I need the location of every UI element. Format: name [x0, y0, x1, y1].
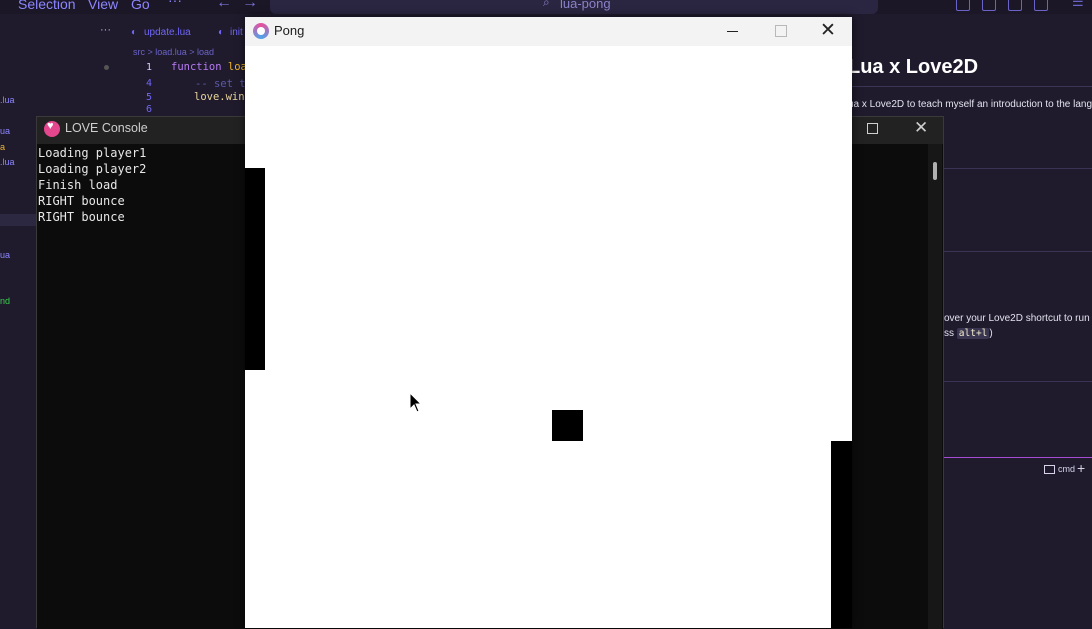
- menu-view[interactable]: View: [88, 0, 118, 12]
- readme-tip: ss alt+l): [944, 328, 993, 339]
- readme-divider: [843, 86, 1092, 87]
- right-paddle: [831, 441, 852, 628]
- pong-titlebar[interactable]: Pong ✕: [245, 17, 852, 46]
- console-line: RIGHT bounce: [38, 194, 125, 208]
- hamburger-menu-icon[interactable]: ☰: [1072, 0, 1084, 9]
- code-keyword: function: [171, 61, 222, 73]
- tab-init-lua[interactable]: init: [230, 27, 243, 38]
- menu-more[interactable]: ···: [168, 0, 182, 8]
- lua-file-icon: ◐: [218, 27, 225, 38]
- back-arrow-icon[interactable]: ←: [216, 0, 232, 12]
- readme-tip: over your Love2D shortcut to run: [944, 313, 1090, 324]
- breadcrumb[interactable]: src > load.lua > load: [133, 47, 214, 57]
- forward-arrow-icon[interactable]: →: [242, 0, 258, 12]
- sidebar-selected-row: [0, 214, 36, 226]
- new-terminal-button[interactable]: +: [1077, 460, 1085, 476]
- console-title: LOVE Console: [65, 121, 148, 135]
- tabs-more-button[interactable]: ···: [100, 24, 111, 36]
- terminal-tab-label: cmd: [1058, 464, 1076, 474]
- terminal-panel-border: [944, 457, 1092, 458]
- sidebar-file[interactable]: ua: [0, 126, 10, 136]
- code-line[interactable]: function load: [171, 61, 253, 73]
- toggle-secondary-sidebar-icon[interactable]: [1034, 0, 1048, 11]
- sidebar-file[interactable]: a: [0, 142, 5, 152]
- maximize-icon[interactable]: [867, 123, 878, 134]
- lua-file-icon: ◐: [131, 27, 138, 38]
- love-app-icon: [253, 23, 269, 39]
- console-scrollbar[interactable]: [928, 144, 942, 629]
- toggle-panel-icon[interactable]: [1008, 0, 1022, 11]
- console-line: RIGHT bounce: [38, 210, 125, 224]
- sidebar-file[interactable]: nd: [0, 296, 10, 306]
- tab-update-lua[interactable]: update.lua: [144, 27, 191, 38]
- sidebar-file[interactable]: .lua: [0, 157, 15, 167]
- sidebar-file[interactable]: ua: [0, 250, 10, 260]
- minimize-icon[interactable]: [727, 31, 738, 32]
- terminal-tab-cmd[interactable]: cmd: [1044, 464, 1076, 475]
- line-number: 4: [145, 78, 152, 89]
- console-line: Loading player2: [38, 162, 147, 176]
- readme-divider: [944, 381, 1092, 382]
- left-paddle: [245, 168, 265, 370]
- console-output: Loading player1 Loading player2 Finish loa…: [38, 145, 146, 225]
- menu-selection[interactable]: Selection: [18, 0, 76, 12]
- terminal-icon: [1044, 465, 1055, 475]
- search-icon: ⌕: [543, 0, 550, 9]
- console-line: Loading player1: [38, 146, 147, 160]
- accounts-icon[interactable]: [956, 0, 970, 11]
- pong-window: Pong ✕: [245, 17, 852, 628]
- keyboard-shortcut: alt+l: [956, 328, 990, 339]
- line-number: 1: [145, 62, 152, 73]
- console-line: Finish load: [38, 178, 118, 192]
- readme-title: Lua x Love2D: [848, 56, 979, 78]
- menu-go[interactable]: Go: [131, 0, 150, 12]
- readme-divider: [944, 168, 1092, 169]
- game-canvas[interactable]: [245, 46, 852, 628]
- toggle-sidebar-icon[interactable]: [982, 0, 996, 11]
- line-number: 6: [145, 104, 152, 115]
- love-heart-icon: [44, 120, 60, 137]
- readme-tip-prefix: ss: [944, 328, 957, 339]
- dirty-indicator: [104, 65, 109, 70]
- code-comment[interactable]: -- set th: [195, 78, 252, 90]
- maximize-icon[interactable]: [775, 25, 787, 37]
- pong-title: Pong: [274, 23, 305, 38]
- sidebar-file[interactable]: .lua: [0, 95, 15, 105]
- readme-tip-suffix: ): [989, 328, 993, 339]
- readme-divider: [944, 251, 1092, 252]
- close-icon[interactable]: ✕: [820, 19, 836, 42]
- mouse-cursor-icon: [409, 392, 423, 413]
- scroll-thumb[interactable]: [933, 162, 937, 180]
- code-line[interactable]: love.wind: [194, 91, 251, 103]
- close-icon[interactable]: ✕: [914, 118, 928, 138]
- command-center-text: lua-pong: [560, 0, 611, 11]
- readme-intro: ua x Love2D to teach myself an introduct…: [848, 99, 1092, 110]
- line-number: 5: [145, 92, 152, 103]
- ball: [552, 410, 583, 441]
